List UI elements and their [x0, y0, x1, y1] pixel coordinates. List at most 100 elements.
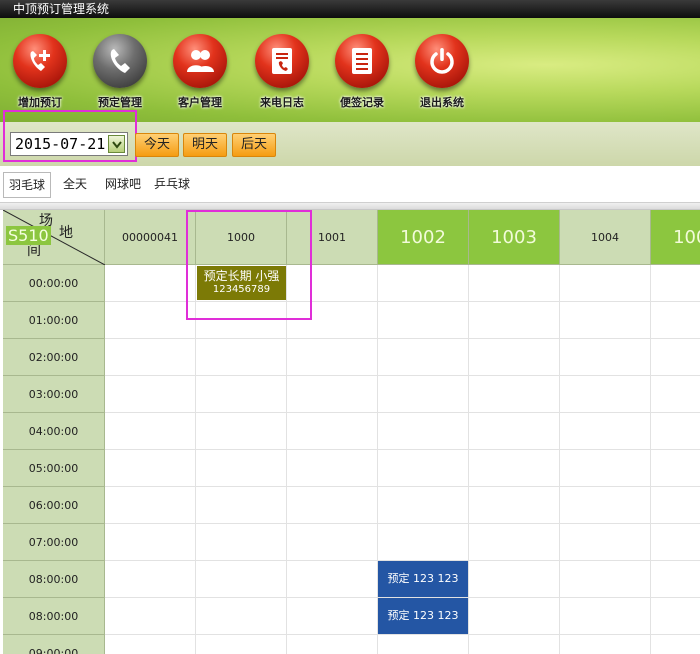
add-booking-button[interactable]: 增加预订: [0, 34, 80, 114]
booking-slot-cell[interactable]: [560, 561, 651, 598]
booking-slot-cell[interactable]: [560, 635, 651, 654]
tab-table-tennis[interactable]: 乒乓球: [149, 172, 195, 198]
booking-slot-cell[interactable]: [105, 635, 196, 654]
booking-slot-cell[interactable]: [105, 524, 196, 561]
booking-slot-cell[interactable]: [560, 339, 651, 376]
booking-slot-cell[interactable]: [560, 413, 651, 450]
exit-system-button[interactable]: 退出系统: [402, 34, 482, 114]
booking-slot-cell[interactable]: [196, 376, 287, 413]
booking-slot-cell[interactable]: [560, 487, 651, 524]
tab-tennis[interactable]: 网球吧: [100, 172, 146, 198]
booking-slot-cell[interactable]: [378, 635, 469, 654]
power-icon: [415, 34, 469, 88]
booking-slot-cell[interactable]: [651, 561, 700, 598]
booking-management-label: 预定管理: [98, 96, 142, 109]
booking-slot-cell[interactable]: [378, 524, 469, 561]
booking-block[interactable]: 预定 123 123: [378, 598, 468, 634]
booking-slot-cell[interactable]: [469, 487, 560, 524]
booking-slot-cell[interactable]: [105, 302, 196, 339]
booking-slot-cell[interactable]: [287, 598, 378, 635]
column-header: 1003: [469, 210, 560, 265]
booking-slot-cell[interactable]: [469, 635, 560, 654]
grid-corner-header: 场 地 间 S510: [3, 210, 105, 265]
booking-slot-cell[interactable]: [287, 413, 378, 450]
column-header: 00000041: [105, 210, 196, 265]
time-row-header: 05:00:00: [3, 450, 105, 487]
booking-slot-cell[interactable]: [469, 339, 560, 376]
booking-slot-cell[interactable]: [378, 450, 469, 487]
booking-slot-cell[interactable]: [287, 635, 378, 654]
call-log-button[interactable]: 来电日志: [242, 34, 322, 114]
booking-slot-cell[interactable]: [196, 598, 287, 635]
booking-slot-cell[interactable]: [651, 339, 700, 376]
booking-slot-cell[interactable]: [651, 524, 700, 561]
booking-slot-cell[interactable]: [287, 524, 378, 561]
notes-button[interactable]: 便签记录: [322, 34, 402, 114]
booking-slot-cell[interactable]: [105, 598, 196, 635]
booking-slot-cell[interactable]: [378, 302, 469, 339]
time-row-header: 03:00:00: [3, 376, 105, 413]
booking-slot-cell[interactable]: [287, 376, 378, 413]
booking-slot-cell[interactable]: [469, 302, 560, 339]
booking-management-button[interactable]: 预定管理: [80, 34, 160, 114]
booking-slot-cell[interactable]: [651, 265, 700, 302]
today-button[interactable]: 今天: [135, 133, 180, 157]
booking-slot-cell[interactable]: [196, 635, 287, 654]
booking-slot-cell[interactable]: [469, 598, 560, 635]
tab-all-day[interactable]: 全天: [58, 172, 92, 198]
booking-slot-cell[interactable]: [469, 524, 560, 561]
booking-slot-cell[interactable]: [196, 524, 287, 561]
booking-block[interactable]: 预定 123 123: [378, 561, 468, 597]
booking-slot-cell[interactable]: [560, 265, 651, 302]
booking-slot-cell[interactable]: [287, 487, 378, 524]
time-row-header: 06:00:00: [3, 487, 105, 524]
booking-slot-cell[interactable]: [560, 524, 651, 561]
customer-management-button[interactable]: 客户管理: [160, 34, 240, 114]
booking-slot-cell[interactable]: [378, 487, 469, 524]
booking-slot-cell[interactable]: [105, 450, 196, 487]
booking-slot-cell[interactable]: [196, 561, 287, 598]
booking-slot-cell[interactable]: [651, 413, 700, 450]
customers-icon: [173, 34, 227, 88]
booking-slot-cell[interactable]: [378, 413, 469, 450]
booking-slot-cell[interactable]: [651, 450, 700, 487]
phone-icon: [93, 34, 147, 88]
booking-slot-cell[interactable]: [651, 635, 700, 654]
app-window: 中顶预订管理系统 增加预订 预定管理 客户管理 来电日志 便签记录 退出系统 2…: [0, 0, 700, 654]
booking-slot-cell[interactable]: [105, 413, 196, 450]
booking-slot-cell[interactable]: [560, 450, 651, 487]
time-row-header: 02:00:00: [3, 339, 105, 376]
booking-slot-cell[interactable]: [378, 265, 469, 302]
booking-slot-cell[interactable]: [196, 339, 287, 376]
booking-slot-cell[interactable]: [105, 561, 196, 598]
booking-slot-cell[interactable]: [287, 561, 378, 598]
day-after-tomorrow-button[interactable]: 后天: [232, 133, 277, 157]
booking-slot-cell[interactable]: [105, 376, 196, 413]
tomorrow-button[interactable]: 明天: [183, 133, 228, 157]
sport-tabs: 羽毛球 全天 网球吧 乒乓球: [0, 166, 700, 203]
booking-slot-cell[interactable]: [105, 339, 196, 376]
booking-slot-cell[interactable]: [105, 487, 196, 524]
booking-slot-cell[interactable]: [560, 598, 651, 635]
booking-slot-cell[interactable]: [651, 376, 700, 413]
booking-slot-cell[interactable]: [196, 413, 287, 450]
booking-slot-cell[interactable]: [651, 487, 700, 524]
booking-slot-cell[interactable]: [469, 413, 560, 450]
booking-slot-cell[interactable]: [378, 376, 469, 413]
booking-slot-cell[interactable]: [560, 302, 651, 339]
booking-slot-cell[interactable]: [378, 339, 469, 376]
booking-slot-cell[interactable]: [560, 376, 651, 413]
booking-slot-cell[interactable]: [469, 265, 560, 302]
booking-slot-cell[interactable]: [469, 376, 560, 413]
booking-slot-cell[interactable]: [651, 302, 700, 339]
booking-slot-cell[interactable]: [651, 598, 700, 635]
booking-slot-cell[interactable]: [196, 450, 287, 487]
tab-badminton[interactable]: 羽毛球: [3, 172, 52, 198]
booking-slot-cell[interactable]: [469, 561, 560, 598]
booking-slot-cell[interactable]: [287, 450, 378, 487]
time-row-header: 00:00:00: [3, 265, 105, 302]
booking-slot-cell[interactable]: [287, 339, 378, 376]
booking-slot-cell[interactable]: [105, 265, 196, 302]
booking-slot-cell[interactable]: [196, 487, 287, 524]
booking-slot-cell[interactable]: [469, 450, 560, 487]
